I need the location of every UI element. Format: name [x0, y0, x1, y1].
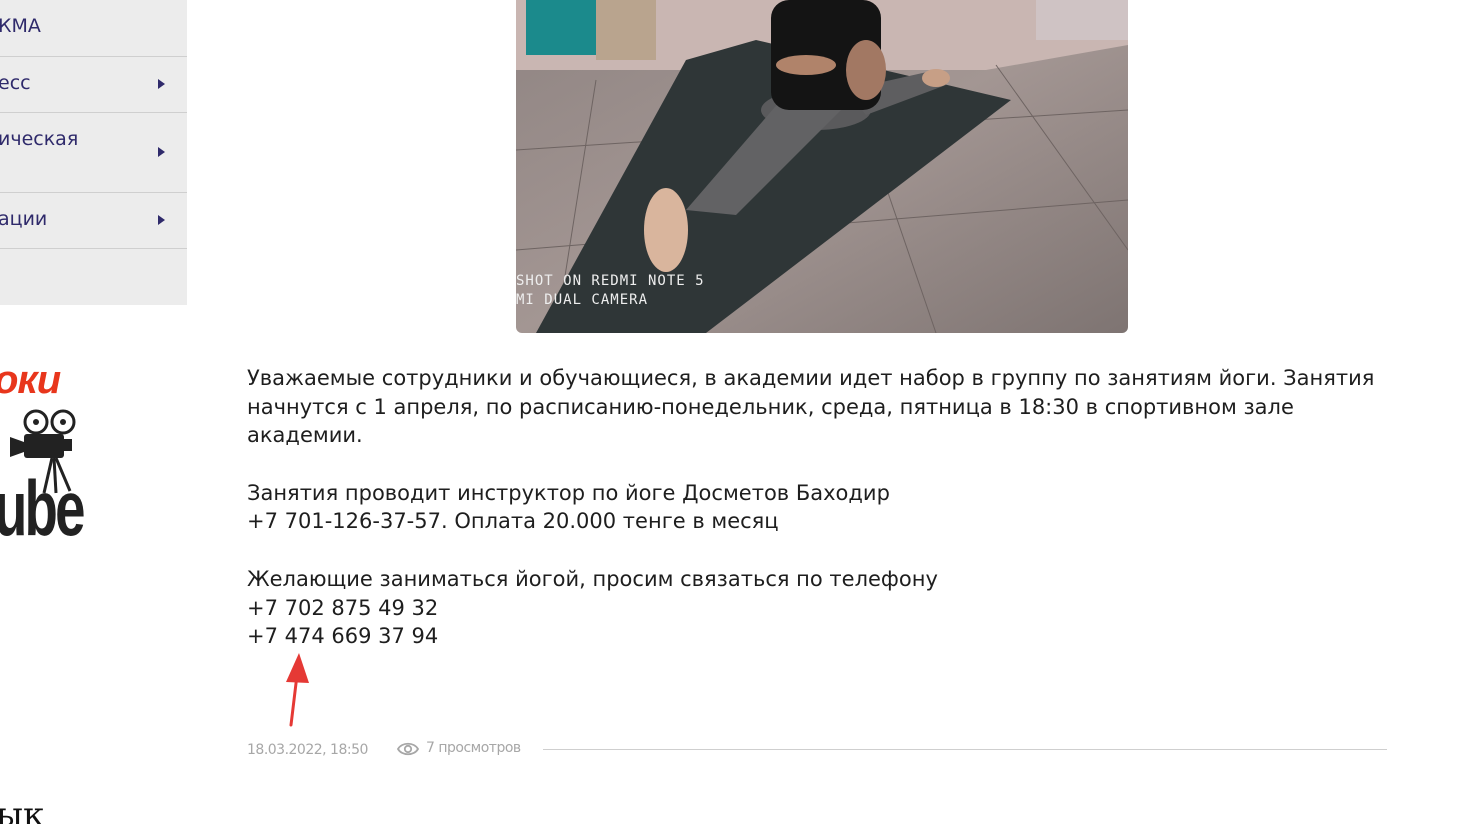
logo-top-text: оки [0, 358, 61, 402]
sidebar-item-label: КМА [0, 15, 41, 37]
sidebar-item-label: есс [0, 72, 31, 94]
sidebar-item-3[interactable]: ации [0, 193, 187, 249]
view-count: 7 просмотров [426, 740, 521, 756]
photo-watermark-line1: SHOT ON REDMI NOTE 5 [516, 273, 705, 289]
sidebar-item-label: ации [0, 208, 48, 230]
youtube-banner-logo[interactable]: оки ube [0, 355, 90, 555]
photo-watermark: SHOT ON REDMI NOTE 5 MI DUAL CAMERA [516, 272, 705, 310]
sidebar-item-1[interactable]: есс [0, 57, 187, 113]
post-meta: 18.03.2022, 18:50 7 просмотров [247, 738, 1387, 762]
article-photo: SHOT ON REDMI NOTE 5 MI DUAL CAMERA [516, 0, 1128, 333]
photo-watermark-line2: MI DUAL CAMERA [516, 292, 649, 308]
logo-bottom-text: ube [0, 464, 85, 552]
sidebar-item-0[interactable]: КМА [0, 0, 187, 57]
meta-divider [543, 749, 1387, 750]
article-paragraph: Уважаемые сотрудники и обучающиеся, в ак… [247, 366, 1375, 448]
price-line: +7 701-126-37-57. Оплата 20.000 тенге в … [247, 509, 779, 534]
phone-number: +7 474 669 37 94 [247, 624, 439, 649]
phone-number: +7 702 875 49 32 [247, 595, 439, 620]
eye-icon [397, 742, 419, 756]
contact-line: Желающие заниматься йогой, просим связат… [247, 566, 938, 591]
red-arrow-annotation [286, 653, 309, 727]
caret-right-icon [158, 147, 165, 157]
partial-heading: ык [0, 795, 45, 824]
sidebar-item-4[interactable] [0, 249, 187, 305]
sidebar-nav: КМА есс ическая ации [0, 0, 187, 305]
instructor-line: Занятия проводит инструктор по йоге Досм… [247, 480, 890, 505]
article-body: Уважаемые сотрудники и обучающиеся, в ак… [247, 364, 1407, 651]
caret-right-icon [158, 215, 165, 225]
sidebar-item-label: ическая [0, 128, 79, 150]
post-date: 18.03.2022, 18:50 [247, 742, 368, 758]
sidebar-item-2[interactable]: ическая [0, 113, 187, 193]
caret-right-icon [158, 79, 165, 89]
